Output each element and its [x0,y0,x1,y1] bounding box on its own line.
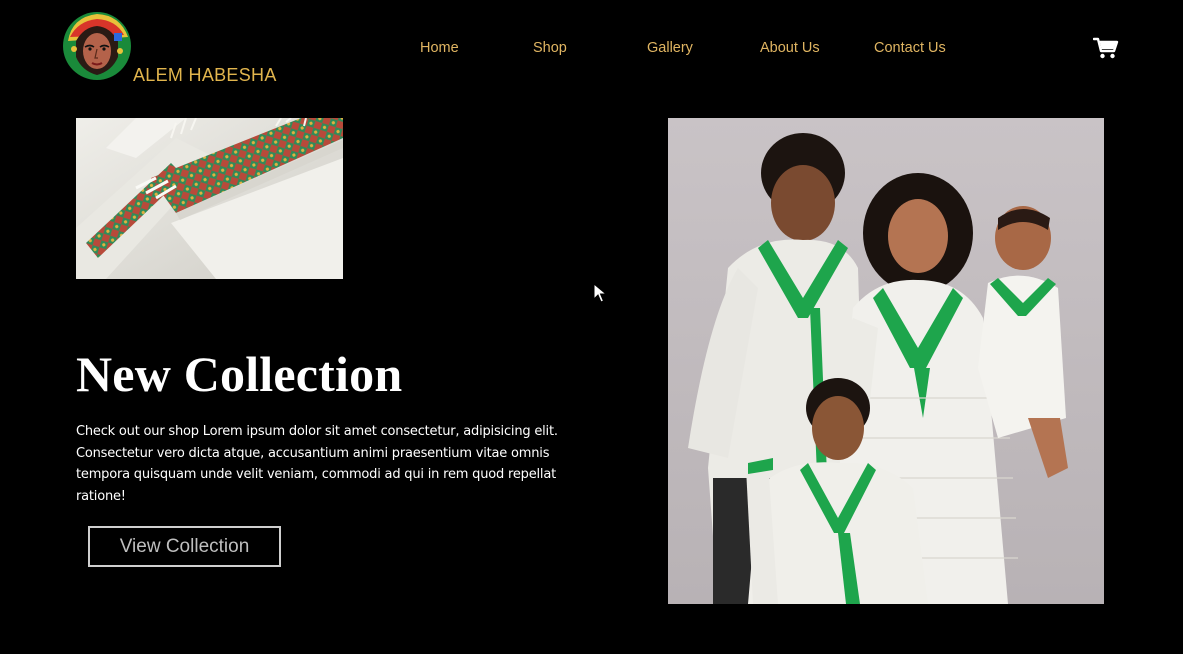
hero-description: Check out our shop Lorem ipsum dolor sit… [76,424,558,504]
nav-about-us[interactable]: About Us [760,40,820,56]
fabric-collection-image [76,118,343,279]
brand-name: ALEM HABESHA [133,65,277,85]
shopping-cart-icon[interactable] [1093,36,1119,60]
mouse-pointer [593,283,607,303]
family-traditional-dress-photo [668,118,1104,604]
view-collection-button[interactable]: View Collection [88,526,281,567]
nav-contact-us[interactable]: Contact Us [874,40,946,56]
hero-title: New Collection [76,346,403,402]
brand-logo[interactable] [62,11,132,81]
nav-gallery[interactable]: Gallery [647,40,693,56]
nav-home[interactable]: Home [420,40,459,56]
nav-shop[interactable]: Shop [533,40,567,56]
